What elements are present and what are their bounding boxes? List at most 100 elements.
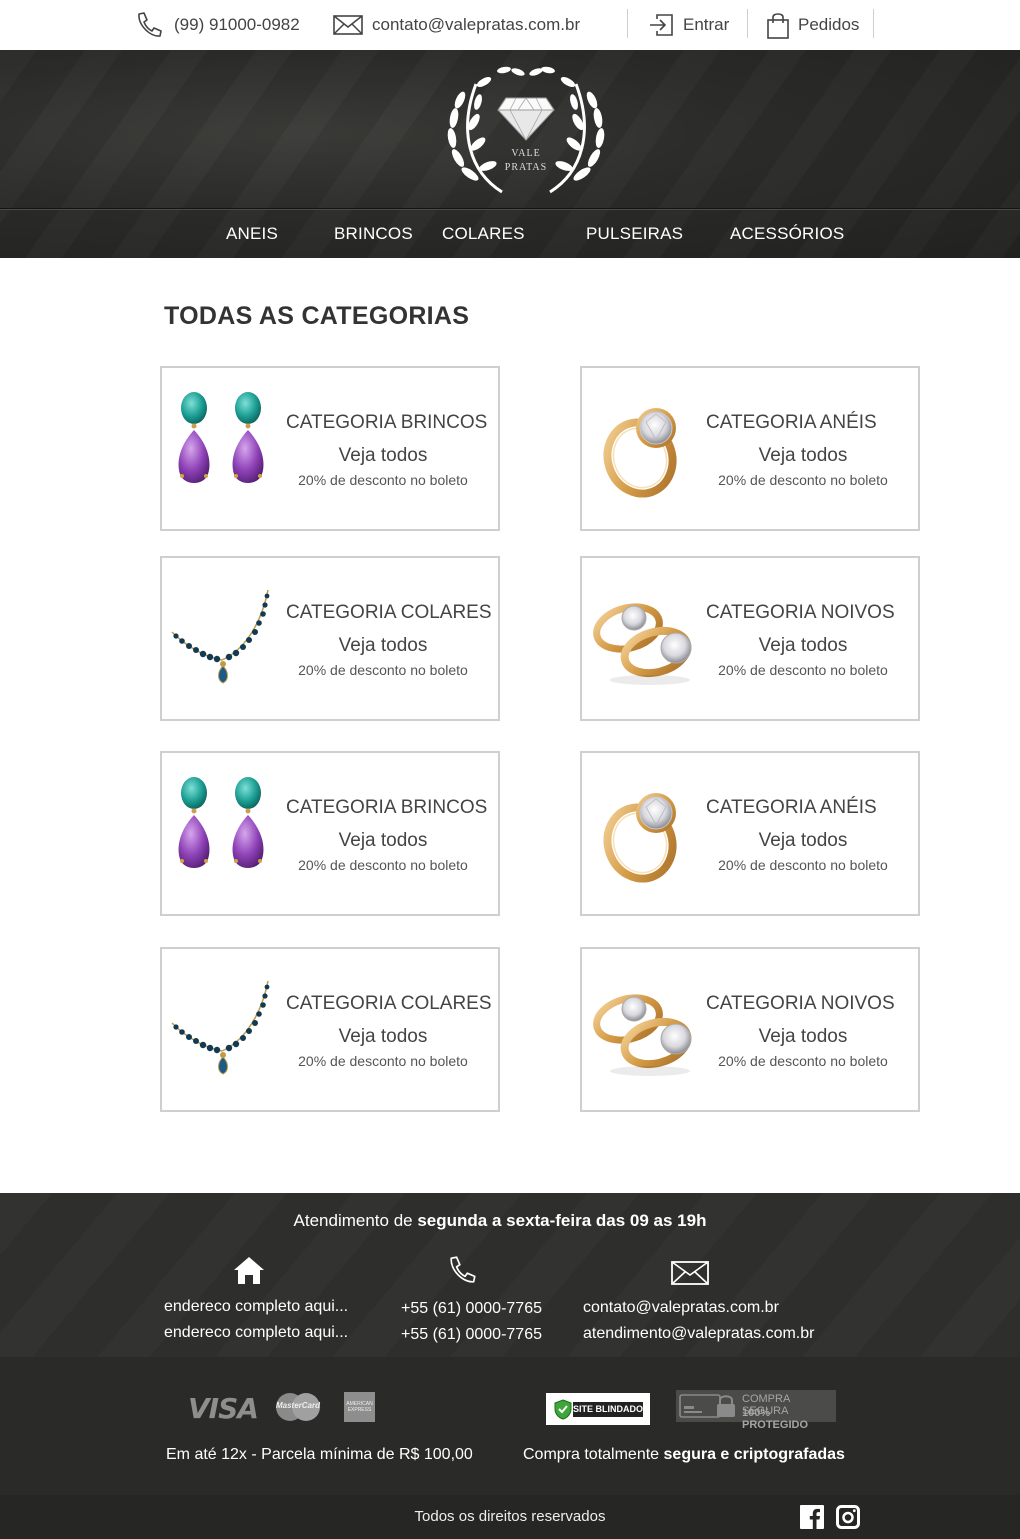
see-all-link[interactable]: Veja todos bbox=[706, 830, 900, 852]
category-card[interactable]: CATEGORIA NOIVOS Veja todos 20% de descont… bbox=[580, 556, 920, 721]
discount-note: 20% de desconto no boleto bbox=[298, 1053, 468, 1069]
shopping-bag-icon bbox=[767, 12, 789, 39]
phone-number[interactable]: +55 (61) 0000-7765 bbox=[401, 1322, 542, 1348]
brand-name-line1: VALE bbox=[511, 148, 541, 159]
top-bar: (99) 91000-0982 contato@valepratas.com.b… bbox=[0, 0, 1020, 50]
ring-image[interactable] bbox=[590, 775, 700, 891]
category-title: CATEGORIA BRINCOS bbox=[286, 412, 488, 433]
necklace-image[interactable] bbox=[170, 580, 280, 696]
email-address[interactable]: atendimento@valepratas.com.br bbox=[583, 1321, 814, 1347]
wedding-rings-image[interactable] bbox=[590, 971, 700, 1087]
installments-info: Em até 12x - Parcela mínima de R$ 100,00 bbox=[166, 1446, 473, 1463]
ring-image[interactable] bbox=[590, 390, 700, 506]
amex-logo: AMERICAN EXPRESS bbox=[344, 1392, 375, 1422]
mastercard-label: MasterCard bbox=[275, 1401, 320, 1410]
divider bbox=[747, 9, 748, 38]
topbar-phone-text: (99) 91000-0982 bbox=[174, 15, 300, 34]
secure-purchase-prefix: Compra totalmente bbox=[523, 1446, 664, 1463]
footer-emails: contato@valepratas.com.br atendimento@va… bbox=[583, 1295, 814, 1347]
nav-item-acessorios[interactable]: ACESSÓRIOS bbox=[730, 210, 844, 258]
amex-label: AMERICAN EXPRESS bbox=[346, 1401, 373, 1413]
site-blindado-seal[interactable]: SITE BLINDADO bbox=[546, 1393, 650, 1425]
discount-note: 20% de desconto no boleto bbox=[298, 857, 468, 873]
envelope-icon bbox=[671, 1261, 709, 1285]
envelope-icon bbox=[333, 15, 363, 35]
divider bbox=[873, 9, 874, 38]
page-title: TODAS AS CATEGORIAS bbox=[164, 302, 470, 330]
topbar-email-text: contato@valepratas.com.br bbox=[372, 15, 581, 34]
footer-phones: +55 (61) 0000-7765 +55 (61) 0000-7765 bbox=[401, 1296, 542, 1348]
secure-purchase-bold: segura e criptografadas bbox=[663, 1446, 845, 1463]
category-title: CATEGORIA COLARES bbox=[286, 602, 492, 623]
laurel-diamond-logo-icon bbox=[447, 66, 605, 194]
divider bbox=[627, 9, 628, 38]
business-hours-prefix: Atendimento de bbox=[293, 1211, 418, 1230]
copyright-text: Todos os direitos reservados bbox=[414, 1508, 606, 1525]
necklace-image[interactable] bbox=[170, 971, 280, 1087]
category-title: CATEGORIA ANÉIS bbox=[706, 412, 877, 433]
category-title: CATEGORIA NOIVOS bbox=[706, 602, 895, 623]
address-line: endereco completo aqui... bbox=[164, 1324, 349, 1341]
orders-label: Pedidos bbox=[798, 15, 860, 34]
facebook-icon[interactable] bbox=[800, 1505, 824, 1529]
earrings-image[interactable] bbox=[170, 775, 280, 891]
discount-note: 20% de desconto no boleto bbox=[298, 662, 468, 678]
category-card[interactable]: CATEGORIA ANÉIS Veja todos 20% de desconto… bbox=[580, 366, 920, 531]
footer-bottom-bar: Todos os direitos reservados bbox=[0, 1495, 1020, 1539]
brand-name-line2: PRATAS bbox=[504, 162, 548, 173]
secure-purchase-line2: 100% PROTEGIDO bbox=[742, 1407, 809, 1431]
shield-icon bbox=[554, 1399, 572, 1420]
wedding-rings-image[interactable] bbox=[590, 580, 700, 696]
category-title: CATEGORIA ANÉIS bbox=[706, 797, 877, 818]
login-icon bbox=[650, 14, 673, 36]
see-all-link[interactable]: Veja todos bbox=[286, 1026, 480, 1048]
business-hours-days: segunda a sexta-feira das 09 as 19h bbox=[417, 1211, 707, 1230]
nav-item-aneis[interactable]: ANEIS bbox=[226, 210, 278, 258]
home-icon bbox=[234, 1257, 264, 1284]
visa-logo: VISA bbox=[188, 1392, 259, 1425]
category-title: CATEGORIA COLARES bbox=[286, 993, 492, 1014]
topbar-phone[interactable]: (99) 91000-0982 bbox=[135, 0, 300, 50]
category-card[interactable]: CATEGORIA COLARES Veja todos 20% de descon… bbox=[160, 947, 500, 1112]
category-title: CATEGORIA BRINCOS bbox=[286, 797, 488, 818]
mastercard-logo: MasterCard bbox=[274, 1392, 322, 1422]
category-card[interactable]: CATEGORIA NOIVOS Veja todos 20% de descont… bbox=[580, 947, 920, 1112]
topbar-email[interactable]: contato@valepratas.com.br bbox=[333, 0, 580, 50]
discount-note: 20% de desconto no boleto bbox=[298, 472, 468, 488]
see-all-link[interactable]: Veja todos bbox=[706, 635, 900, 657]
category-card[interactable]: CATEGORIA COLARES Veja todos 20% de descon… bbox=[160, 556, 500, 721]
phone-icon bbox=[138, 12, 162, 37]
see-all-link[interactable]: Veja todos bbox=[286, 445, 480, 467]
discount-note: 20% de desconto no boleto bbox=[718, 857, 888, 873]
category-card[interactable]: CATEGORIA BRINCOS Veja todos 20% de descon… bbox=[160, 366, 500, 531]
brand-logo[interactable]: VALE PRATAS bbox=[440, 62, 612, 198]
orders-link[interactable]: Pedidos bbox=[767, 0, 859, 50]
nav-item-pulseiras[interactable]: PULSEIRAS bbox=[586, 210, 683, 258]
instagram-icon[interactable] bbox=[836, 1505, 860, 1529]
site-header: VALE PRATAS ANEIS BRINCOS COLARES PULSEI… bbox=[0, 50, 1020, 258]
category-card[interactable]: CATEGORIA ANÉIS Veja todos 20% de desconto… bbox=[580, 751, 920, 916]
nav-item-brincos[interactable]: BRINCOS bbox=[334, 210, 413, 258]
nav-item-colares[interactable]: COLARES bbox=[442, 210, 525, 258]
phone-icon bbox=[450, 1256, 476, 1283]
secure-purchase-seal: COMPRA SEGURA 100% PROTEGIDO bbox=[676, 1390, 836, 1431]
email-address[interactable]: contato@valepratas.com.br bbox=[583, 1295, 814, 1321]
see-all-link[interactable]: Veja todos bbox=[706, 1026, 900, 1048]
address-line: endereco completo aqui... bbox=[164, 1298, 349, 1315]
see-all-link[interactable]: Veja todos bbox=[706, 445, 900, 467]
earrings-image[interactable] bbox=[170, 390, 280, 506]
phone-number[interactable]: +55 (61) 0000-7765 bbox=[401, 1296, 542, 1322]
site-blindado-label: SITE BLINDADO bbox=[573, 1402, 643, 1417]
see-all-link[interactable]: Veja todos bbox=[286, 830, 480, 852]
payment-security-band: VISA MasterCard AMERICAN EXPRESS SITE BL… bbox=[0, 1357, 1020, 1495]
business-hours: Atendimento de segunda a sexta-feira das… bbox=[0, 1211, 1000, 1231]
category-title: CATEGORIA NOIVOS bbox=[706, 993, 895, 1014]
login-link[interactable]: Entrar bbox=[648, 0, 729, 50]
credit-card-lock-icon bbox=[679, 1394, 735, 1418]
login-label: Entrar bbox=[683, 15, 730, 34]
discount-note: 20% de desconto no boleto bbox=[718, 662, 888, 678]
discount-note: 20% de desconto no boleto bbox=[718, 1053, 888, 1069]
see-all-link[interactable]: Veja todos bbox=[286, 635, 480, 657]
secure-purchase-info: Compra totalmente segura e criptografada… bbox=[523, 1446, 845, 1464]
category-card[interactable]: CATEGORIA BRINCOS Veja todos 20% de descon… bbox=[160, 751, 500, 916]
